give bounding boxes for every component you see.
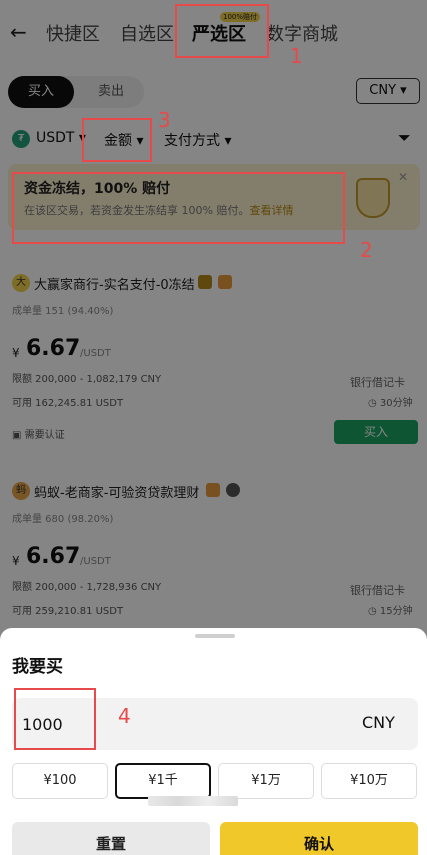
reset-button[interactable]: 重置 <box>12 822 210 855</box>
annotation-box-2 <box>12 172 345 244</box>
annotation-box-4 <box>14 688 96 750</box>
confirm-button[interactable]: 确认 <box>220 822 418 855</box>
quick-amount-1k[interactable]: ¥1千 <box>115 763 211 799</box>
quick-amount-100k[interactable]: ¥10万 <box>321 763 417 799</box>
sheet-handle[interactable] <box>195 634 235 638</box>
quick-amount-100[interactable]: ¥100 <box>12 763 108 799</box>
annotation-number-3: 3 <box>158 108 171 132</box>
quick-amount-10k[interactable]: ¥1万 <box>218 763 314 799</box>
annotation-number-1: 1 <box>290 44 303 68</box>
annotation-number-4: 4 <box>118 704 131 728</box>
amount-unit: CNY <box>362 713 395 732</box>
annotation-box-3 <box>82 118 152 162</box>
sheet-title: 我要买 <box>12 657 63 677</box>
annotation-box-1 <box>175 4 269 58</box>
blurred-text <box>148 796 238 806</box>
annotation-number-2: 2 <box>360 238 373 262</box>
